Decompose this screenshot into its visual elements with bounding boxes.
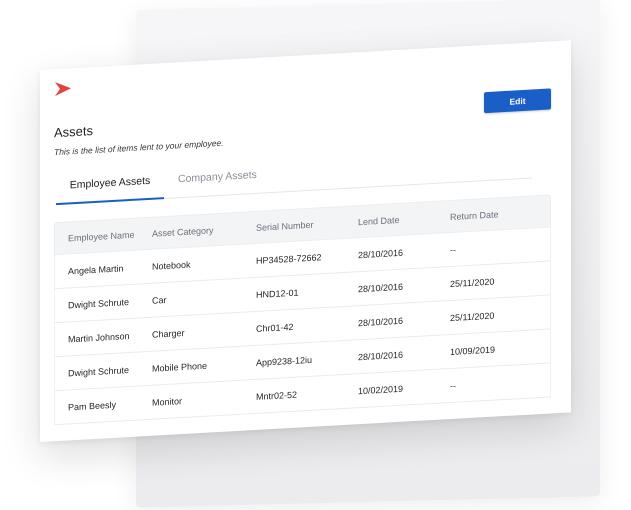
employee-name-cell: Angela Martin xyxy=(68,262,124,276)
page-subtitle: This is the list of items lent to your e… xyxy=(54,137,224,158)
employee-name-cell: Dwight Schrute xyxy=(68,364,130,378)
edit-button[interactable]: Edit xyxy=(484,88,551,114)
column-header-asset-category[interactable]: Asset Category xyxy=(152,222,256,238)
asset-category-cell: Charger xyxy=(152,327,185,340)
return-date-cell: 25/11/2020 xyxy=(450,276,495,289)
lend-date-cell: 10/02/2019 xyxy=(358,383,404,396)
tab-employee-assets[interactable]: Employee Assets xyxy=(56,171,164,206)
return-date-cell: 25/11/2020 xyxy=(450,310,495,323)
lend-date-cell: 28/10/2016 xyxy=(358,349,404,362)
column-header-lend-date[interactable]: Lend Date xyxy=(358,212,450,226)
lend-date-cell: 28/10/2016 xyxy=(358,281,404,294)
serial-number-cell: App9238-12iu xyxy=(256,354,313,368)
column-header-serial-number[interactable]: Serial Number xyxy=(256,217,358,232)
serial-number-cell: Chr01-42 xyxy=(256,321,294,334)
page-title: Assets xyxy=(54,123,94,141)
tab-company-assets[interactable]: Company Assets xyxy=(178,166,257,198)
brand-logo-icon xyxy=(55,82,71,97)
serial-number-cell: HP34528-72662 xyxy=(256,251,322,266)
asset-category-cell: Mobile Phone xyxy=(152,360,208,374)
asset-category-cell: Monitor xyxy=(152,395,183,408)
assets-window: Assets This is the list of items lent to… xyxy=(40,40,571,442)
column-header-return-date[interactable]: Return Date xyxy=(450,206,550,222)
asset-category-cell: Notebook xyxy=(152,259,191,272)
return-date-cell: 10/09/2019 xyxy=(450,344,496,357)
lend-date-cell: 28/10/2016 xyxy=(358,315,404,328)
return-date-cell: -- xyxy=(450,244,456,255)
column-header-employee-name[interactable]: Employee Name xyxy=(55,228,152,243)
employee-name-cell: Martin Johnson xyxy=(68,330,130,344)
tab-bar: Employee Assets Company Assets xyxy=(56,150,532,206)
return-date-cell: -- xyxy=(450,380,456,391)
serial-number-cell: HND12-01 xyxy=(256,287,299,300)
lend-date-cell: 28/10/2016 xyxy=(358,247,404,260)
assets-table: Employee Name Asset Category Serial Numb… xyxy=(54,194,551,426)
serial-number-cell: Mntr02-52 xyxy=(256,389,298,402)
employee-name-cell: Pam Beesly xyxy=(68,399,117,412)
asset-category-cell: Car xyxy=(152,294,167,306)
employee-name-cell: Dwight Schrute xyxy=(68,296,130,310)
